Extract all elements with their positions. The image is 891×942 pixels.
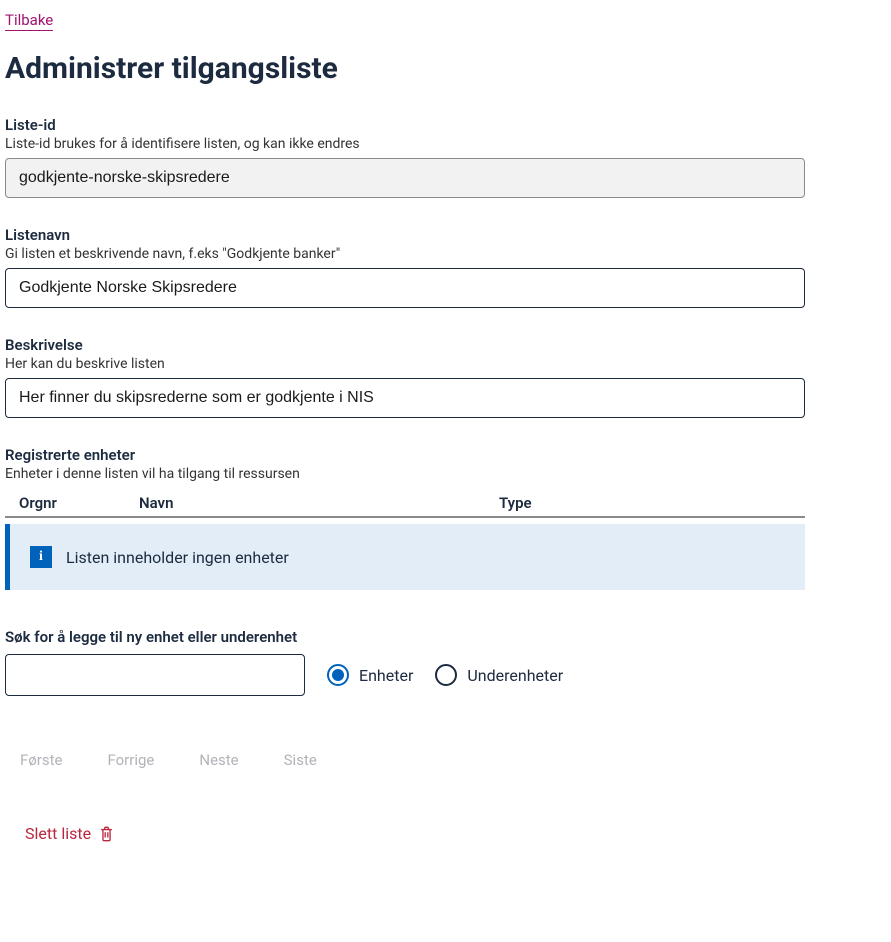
page-title: Administrer tilgangsliste [5, 51, 886, 86]
search-input[interactable] [5, 654, 305, 696]
description-help: Her kan du beskrive listen [5, 356, 886, 372]
list-name-label: Listenavn [5, 226, 886, 244]
description-group: Beskrivelse Her kan du beskrive listen [5, 336, 886, 418]
info-icon: i [30, 546, 52, 568]
radio-enheter[interactable]: Enheter [327, 664, 413, 686]
registered-label: Registrerte enheter [5, 446, 886, 464]
pagination-first: Første [20, 751, 62, 769]
radio-underenheter[interactable]: Underenheter [435, 664, 563, 686]
list-id-help: Liste-id brukes for å identifisere liste… [5, 136, 886, 152]
list-name-help: Gi listen et beskrivende navn, f.eks "Go… [5, 246, 886, 262]
pagination-prev: Forrige [107, 751, 154, 769]
radio-underenheter-label: Underenheter [467, 666, 563, 685]
empty-list-alert: i Listen inneholder ingen enheter [5, 524, 805, 590]
pagination-next: Neste [199, 751, 238, 769]
trash-icon [99, 826, 114, 842]
column-orgnr: Orgnr [19, 494, 139, 512]
list-id-input [5, 158, 805, 198]
search-label: Søk for å legge til ny enhet eller under… [5, 628, 886, 646]
list-name-group: Listenavn Gi listen et beskrivende navn,… [5, 226, 886, 308]
registered-help: Enheter i denne listen vil ha tilgang ti… [5, 466, 886, 482]
radio-circle-checked-icon [327, 664, 349, 686]
delete-section: Slett liste [25, 824, 886, 843]
radio-circle-unchecked-icon [435, 664, 457, 686]
pagination: Første Forrige Neste Siste [20, 751, 886, 769]
list-id-label: Liste-id [5, 116, 886, 134]
delete-list-label: Slett liste [25, 824, 91, 843]
pagination-last: Siste [284, 751, 317, 769]
description-input[interactable] [5, 378, 805, 418]
back-link[interactable]: Tilbake [5, 11, 53, 31]
table-header-row: Orgnr Navn Type [5, 490, 805, 518]
registered-section: Registrerte enheter Enheter i denne list… [5, 446, 886, 590]
empty-list-message: Listen inneholder ingen enheter [66, 548, 289, 567]
list-name-input[interactable] [5, 268, 805, 308]
radio-dot-icon [332, 669, 344, 681]
list-id-group: Liste-id Liste-id brukes for å identifis… [5, 116, 886, 198]
delete-list-button[interactable]: Slett liste [25, 824, 114, 843]
column-navn: Navn [139, 494, 499, 512]
search-section: Søk for å legge til ny enhet eller under… [5, 628, 886, 696]
column-type: Type [499, 494, 532, 512]
description-label: Beskrivelse [5, 336, 886, 354]
search-row: Enheter Underenheter [5, 654, 886, 696]
radio-enheter-label: Enheter [359, 666, 413, 685]
